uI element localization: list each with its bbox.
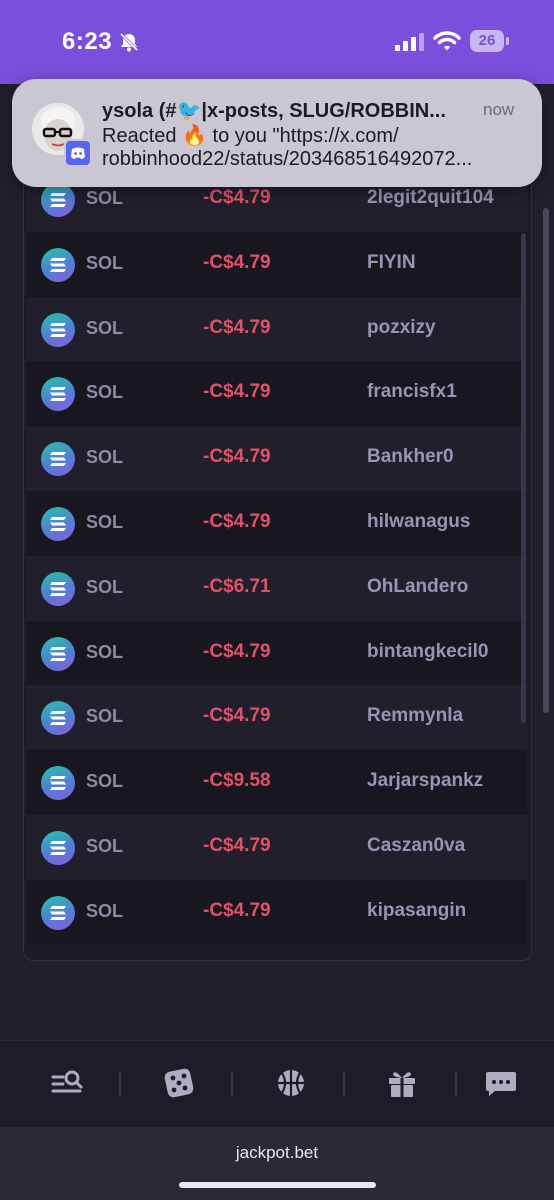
asset-symbol: SOL bbox=[86, 512, 124, 532]
username[interactable]: Jarjarspankz bbox=[367, 770, 483, 792]
wifi-icon bbox=[433, 31, 461, 51]
asset-symbol: SOL bbox=[86, 836, 124, 856]
url-domain[interactable]: jackpot.bet bbox=[0, 1143, 554, 1163]
chat-icon[interactable] bbox=[481, 1063, 521, 1103]
username[interactable]: Remmynla bbox=[367, 705, 463, 727]
nav-divider bbox=[231, 1071, 233, 1095]
bet-amount: -C$4.79 bbox=[203, 511, 271, 532]
asset-symbol: SOL bbox=[86, 447, 124, 468]
status-bar: 6:23 26 bbox=[0, 0, 554, 84]
transactions-table: SOL -C$4.79 2legit2quit104 SOL -C$4.79 FIYIN S… bbox=[23, 150, 532, 961]
battery-level: 26 bbox=[470, 30, 504, 52]
gift-icon[interactable] bbox=[382, 1063, 422, 1103]
clock: 6:23 bbox=[62, 28, 113, 55]
solana-icon bbox=[41, 636, 75, 671]
bet-amount: -C$6.71 bbox=[203, 575, 271, 597]
nav-divider bbox=[119, 1071, 121, 1095]
asset-symbol: SOL bbox=[86, 771, 124, 792]
asset-symbol: SOL bbox=[86, 900, 124, 921]
bet-amount: -C$4.79 bbox=[203, 835, 271, 856]
solana-icon bbox=[41, 442, 75, 477]
table-row[interactable]: SOL -C$4.79 Bankher0 bbox=[26, 426, 527, 492]
username[interactable]: OhLandero bbox=[367, 576, 468, 598]
search-list-icon[interactable] bbox=[48, 1063, 88, 1103]
bet-amount: -C$4.79 bbox=[203, 899, 271, 921]
bet-amount: -C$4.79 bbox=[203, 446, 271, 468]
solana-icon bbox=[41, 312, 75, 347]
username[interactable]: Caszan0va bbox=[367, 835, 465, 857]
home-indicator[interactable] bbox=[179, 1182, 376, 1188]
solana-icon bbox=[41, 895, 75, 930]
username[interactable]: kipasangin bbox=[367, 900, 466, 922]
solana-icon bbox=[41, 247, 75, 282]
username[interactable]: pozxizy bbox=[367, 317, 436, 339]
solana-icon bbox=[41, 766, 75, 801]
discord-icon bbox=[64, 139, 92, 167]
bet-amount: -C$9.58 bbox=[203, 770, 271, 792]
bottom-nav bbox=[0, 1040, 554, 1127]
bet-amount: -C$4.79 bbox=[203, 251, 271, 273]
bet-amount: -C$4.79 bbox=[203, 187, 271, 208]
discord-notification[interactable]: ysola (#🐦|x-posts, SLUG/ROBBIN... now Re… bbox=[12, 79, 542, 187]
table-scrollbar[interactable] bbox=[521, 233, 526, 723]
asset-symbol: SOL bbox=[86, 706, 124, 727]
bet-amount: -C$4.79 bbox=[203, 705, 271, 727]
asset-symbol: SOL bbox=[86, 252, 124, 273]
table-row[interactable]: SOL -C$4.79 pozxizy bbox=[26, 296, 527, 362]
bet-amount: -C$4.79 bbox=[203, 381, 271, 403]
username[interactable]: hilwanagus bbox=[367, 511, 470, 533]
asset-symbol: SOL bbox=[86, 382, 124, 403]
solana-icon bbox=[41, 571, 75, 606]
username[interactable]: FIYIN bbox=[367, 252, 416, 274]
username[interactable]: Bankher0 bbox=[367, 446, 454, 468]
notification-time: now bbox=[483, 100, 515, 119]
solana-icon bbox=[41, 831, 75, 865]
table-row[interactable]: SOL -C$4.79 francisfx1 bbox=[26, 361, 527, 427]
username[interactable]: bintangkecil0 bbox=[367, 641, 488, 663]
page-scrollbar[interactable] bbox=[543, 208, 549, 713]
browser-bottom-bar: jackpot.bet bbox=[0, 1127, 554, 1200]
asset-symbol: SOL bbox=[86, 317, 124, 338]
table-row[interactable]: SOL -C$6.71 OhLandero bbox=[26, 555, 527, 621]
nav-divider bbox=[343, 1071, 345, 1095]
notification-body-line1: Reacted 🔥 to you "https://x.com/ bbox=[102, 125, 399, 147]
bet-amount: -C$4.79 bbox=[203, 640, 271, 662]
cellular-signal-icon bbox=[395, 33, 424, 51]
table-row[interactable]: SOL -C$4.79 kipasangin bbox=[26, 879, 527, 945]
solana-icon bbox=[41, 507, 75, 541]
battery-tip bbox=[506, 37, 509, 45]
bell-muted-icon bbox=[119, 32, 139, 52]
asset-symbol: SOL bbox=[86, 188, 124, 208]
username[interactable]: francisfx1 bbox=[367, 381, 457, 403]
solana-icon bbox=[41, 701, 75, 736]
table-row[interactable]: SOL -C$4.79 hilwanagus bbox=[26, 491, 527, 556]
table-row[interactable]: SOL -C$4.79 Remmynla bbox=[26, 685, 527, 751]
solana-icon bbox=[41, 183, 75, 217]
table-row[interactable]: SOL -C$9.58 Jarjarspankz bbox=[26, 750, 527, 816]
asset-symbol: SOL bbox=[86, 576, 124, 597]
basketball-icon[interactable] bbox=[271, 1063, 311, 1103]
table-row[interactable]: SOL -C$4.79 FIYIN bbox=[26, 231, 527, 297]
solana-icon bbox=[41, 377, 75, 412]
username[interactable]: 2legit2quit104 bbox=[367, 187, 494, 209]
table-row[interactable]: SOL -C$4.79 bintangkecil0 bbox=[26, 620, 527, 686]
table-row[interactable]: SOL -C$4.79 Caszan0va bbox=[26, 815, 527, 880]
dice-icon[interactable] bbox=[159, 1063, 199, 1103]
notification-title: ysola (#🐦|x-posts, SLUG/ROBBIN... bbox=[102, 100, 446, 122]
bet-amount: -C$4.79 bbox=[203, 316, 271, 338]
asset-symbol: SOL bbox=[86, 641, 124, 662]
nav-divider bbox=[455, 1071, 457, 1095]
notification-body-line2: robbinhood22/status/203468516492072... bbox=[102, 148, 473, 170]
